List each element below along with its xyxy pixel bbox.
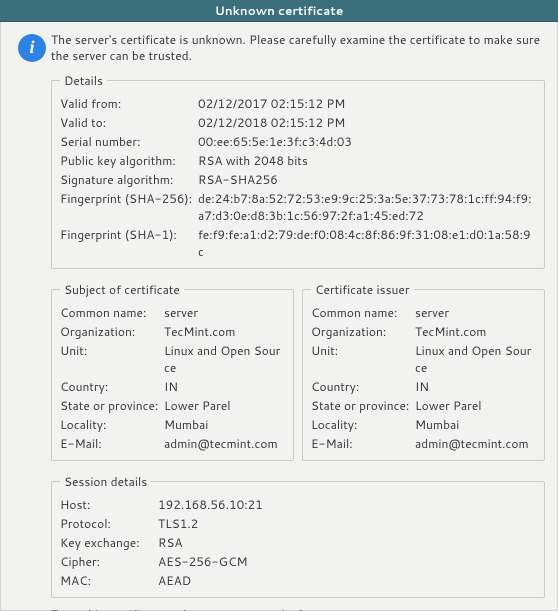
session-group: Session details Host: 192.168.56.10:21 P… xyxy=(51,473,545,598)
subject-label: Common name: xyxy=(60,304,160,321)
session-label: MAC: xyxy=(60,572,152,589)
subject-value: server xyxy=(164,304,285,321)
subject-value: admin@tecmint.com xyxy=(164,435,285,452)
issuer-label: Locality: xyxy=(311,416,411,433)
issuer-value: Mumbai xyxy=(415,416,536,433)
details-label: Fingerprint (SHA-1): xyxy=(60,226,192,260)
subject-legend: Subject of certificate xyxy=(60,281,184,298)
details-value: de:24:b7:8a:52:72:53:e9:9c:25:3a:5e:37:7… xyxy=(198,190,536,224)
issuer-label: Common name: xyxy=(311,304,411,321)
issuer-value: IN xyxy=(415,378,536,395)
issuer-label: State or province: xyxy=(311,397,411,414)
issuer-label: Organization: xyxy=(311,323,411,340)
details-value: 02/12/2017 02:15:12 PM xyxy=(198,95,536,112)
session-value: AES-256-GCM xyxy=(158,553,536,570)
details-value: RSA-SHA256 xyxy=(198,171,536,188)
issuer-label: E-Mail: xyxy=(311,435,411,452)
subject-value: Mumbai xyxy=(164,416,285,433)
subject-value: Lower Parel xyxy=(164,397,285,414)
issuer-value: Linux and Open Source xyxy=(415,342,536,376)
issuer-value: TecMint.com xyxy=(415,323,536,340)
details-group: Details Valid from: 02/12/2017 02:15:12 … xyxy=(51,72,545,269)
dialog-window: Unknown certificate The server's certifi… xyxy=(0,0,558,611)
session-label: Key exchange: xyxy=(60,534,152,551)
subject-group: Subject of certificate Common name: serv… xyxy=(51,281,294,461)
session-legend: Session details xyxy=(60,473,151,490)
details-legend: Details xyxy=(60,72,107,89)
window-title: Unknown certificate xyxy=(215,2,344,19)
session-label: Cipher: xyxy=(60,553,152,570)
details-label: Public key algorithm: xyxy=(60,152,192,169)
details-label: Signature algorithm: xyxy=(60,171,192,188)
session-label: Host: xyxy=(60,496,152,513)
titlebar: Unknown certificate xyxy=(0,0,558,22)
session-value: RSA xyxy=(158,534,536,551)
issuer-value: server xyxy=(415,304,536,321)
details-value: 00:ee:65:5e:1e:3f:c3:4d:03 xyxy=(198,133,536,150)
issuer-value: Lower Parel xyxy=(415,397,536,414)
issuer-label: Country: xyxy=(311,378,411,395)
subject-label: Unit: xyxy=(60,342,160,376)
subject-label: State or province: xyxy=(60,397,160,414)
details-label: Valid to: xyxy=(60,114,192,131)
details-label: Valid from: xyxy=(60,95,192,112)
session-value: 192.168.56.10:21 xyxy=(158,496,536,513)
subject-label: Country: xyxy=(60,378,160,395)
info-icon xyxy=(18,34,46,62)
issuer-value: admin@tecmint.com xyxy=(415,435,536,452)
details-value: fe:f9:fe:a1:d2:79:de:f0:08:4c:8f:86:9f:3… xyxy=(198,226,536,260)
subject-label: Locality: xyxy=(60,416,160,433)
subject-value: TecMint.com xyxy=(164,323,285,340)
dialog-message: The server's certificate is unknown. Ple… xyxy=(51,32,545,64)
session-label: Protocol: xyxy=(60,515,152,532)
issuer-group: Certificate issuer Common name: server O… xyxy=(302,281,545,461)
issuer-label: Unit: xyxy=(311,342,411,376)
subject-label: E-Mail: xyxy=(60,435,160,452)
details-label: Fingerprint (SHA-256): xyxy=(60,190,192,224)
session-value: AEAD xyxy=(158,572,536,589)
details-value: 02/12/2018 02:15:12 PM xyxy=(198,114,536,131)
session-value: TLS1.2 xyxy=(158,515,536,532)
dialog-body: The server's certificate is unknown. Ple… xyxy=(0,22,558,611)
subject-value: IN xyxy=(164,378,285,395)
issuer-legend: Certificate issuer xyxy=(311,281,414,298)
subject-value: Linux and Open Source xyxy=(164,342,285,376)
trust-prompt: Trust this certificate and carry on conn… xyxy=(51,606,545,611)
details-value: RSA with 2048 bits xyxy=(198,152,536,169)
subject-label: Organization: xyxy=(60,323,160,340)
details-label: Serial number: xyxy=(60,133,192,150)
